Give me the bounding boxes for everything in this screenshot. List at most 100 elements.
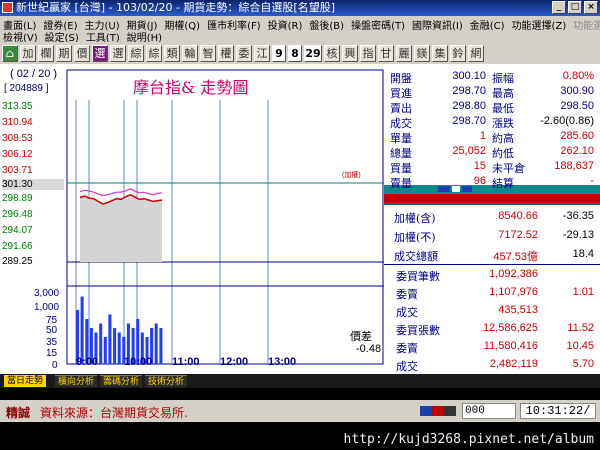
index-change: 18.4 xyxy=(572,248,594,260)
quote-label: 開盤 xyxy=(390,72,412,85)
quote-value: 298.70 xyxy=(452,115,486,127)
quote-value: 285.60 xyxy=(560,130,594,142)
tab-intraday[interactable]: 當日走勢 xyxy=(4,375,47,387)
quote-row: 買量 15 未平倉 188,637 xyxy=(384,160,600,175)
toolbar-button-column[interactable]: 欄 xyxy=(38,44,54,62)
volume-bar xyxy=(154,323,158,364)
quote-panel: 開盤 300.10 振幅 0.80% 買進 298.70 最高 300.90 賣出 298.80 最… xyxy=(384,64,600,374)
spread-label: 價差 xyxy=(350,330,372,343)
quote-label: 未平倉 xyxy=(492,162,525,175)
home-icon[interactable]: ⌂ xyxy=(2,44,18,62)
menu-forex-rates[interactable]: 匯市利率(F) xyxy=(207,17,261,32)
tab-technical-analysis[interactable]: 技術分析 xyxy=(145,375,188,387)
index-label: 加權(含) xyxy=(394,212,436,225)
quote-value: 15 xyxy=(473,160,486,172)
menu-bar: 畫面(L) 證券(E) 主力(U) 期貨(J) 期權(Q) 匯市利率(F) 投資… xyxy=(0,16,600,44)
toolbar-button-xing[interactable]: 興 xyxy=(342,44,358,62)
quote-label: 買量 xyxy=(390,162,412,175)
volume-tick: 3,000 xyxy=(34,288,60,299)
quote-label: 約低 xyxy=(492,147,514,160)
spread-value: -0.48 xyxy=(356,343,382,355)
watermark: http://kujd3268.pixnet.net/album xyxy=(0,422,600,450)
toolbar-button-futures[interactable]: 期 xyxy=(56,44,72,62)
order-value: 435,513 xyxy=(498,304,538,316)
toolbar-button-composite[interactable]: 綜 xyxy=(128,44,144,62)
order-row: 成交 435,513 xyxy=(384,304,600,320)
tab-chip-analysis[interactable]: 籌碼分析 xyxy=(100,375,143,387)
toolbar-button-9[interactable]: 9 xyxy=(272,44,286,62)
order-value: 2,482,119 xyxy=(489,358,538,370)
minimize-button[interactable]: _ xyxy=(552,1,566,14)
toolbar-button-net[interactable]: 網 xyxy=(468,44,484,62)
quote-label: 單量 xyxy=(390,132,412,145)
toolbar-button-composite-2[interactable]: 綜 xyxy=(146,44,162,62)
toolbar-button-29[interactable]: 29 xyxy=(304,44,322,62)
menu-finance[interactable]: 金融(C) xyxy=(470,17,505,32)
quote-value: -2.60(0.86) xyxy=(540,115,594,127)
y-tick: 303.71 xyxy=(2,165,33,176)
stock-code-field[interactable]: 000 xyxy=(462,403,516,419)
order-row: 委買筆數 1,092,386 xyxy=(384,268,600,284)
menu-international[interactable]: 國際資訊(I) xyxy=(412,17,463,32)
menu-options[interactable]: 期權(Q) xyxy=(164,17,200,32)
toolbar-button-select-2[interactable]: 選 xyxy=(110,44,126,62)
order-row: 委買張數 12,586,625 11.52 xyxy=(384,322,600,338)
order-change: 11.52 xyxy=(567,322,594,334)
clock: 10:31:22/ xyxy=(520,403,596,419)
y-tick: 298.89 xyxy=(2,193,33,204)
window-titlebar: 新世紀贏家 [台灣] - 103/02/20 - 期貨走勢：綜合自選股[名望股]… xyxy=(0,0,600,16)
menu-trading-code[interactable]: 操盤密碼(T) xyxy=(351,17,405,32)
quote-row: 開盤 300.10 振幅 0.80% xyxy=(384,70,600,85)
order-label: 委買張數 xyxy=(396,324,440,337)
toolbar-button-select[interactable]: 選 xyxy=(92,44,108,62)
x-tick: 13:00 xyxy=(268,356,297,368)
toolbar-button-core[interactable]: 核 xyxy=(324,44,340,62)
chart-volume-count: [ 204889 ] xyxy=(4,83,49,94)
close-button[interactable]: × xyxy=(584,1,598,14)
intraday-chart[interactable]: ( 02 / 20 ) [ 204889 ] 摩台指& 走勢圖 (加權) 313… xyxy=(0,64,384,374)
menu-investment[interactable]: 投資(R) xyxy=(268,17,303,32)
index-change: -36.35 xyxy=(562,210,594,222)
toolbar-button-category[interactable]: 類 xyxy=(164,44,180,62)
quote-label: 振幅 xyxy=(492,72,514,85)
quote-label: 最低 xyxy=(492,102,514,115)
x-tick: 9:00 xyxy=(76,356,99,368)
toolbar-button-rotate[interactable]: 輪 xyxy=(182,44,198,62)
broker-label: 精誠 xyxy=(6,406,31,420)
toolbar-button-8[interactable]: 8 xyxy=(288,44,302,62)
quote-row: 賣量 96 結算 - xyxy=(384,175,600,190)
tab-horizontal-analysis[interactable]: 橫向分析 xyxy=(55,375,98,387)
menu-after-hours[interactable]: 盤後(B) xyxy=(309,17,344,32)
toolbar-button-jiang[interactable]: 江 xyxy=(254,44,270,62)
toolbar-button-mei[interactable]: 鎂 xyxy=(414,44,430,62)
order-row: 委賣 1,107,976 1.01 xyxy=(384,286,600,302)
quote-value: 1 xyxy=(479,130,486,142)
toolbar-button-ling[interactable]: 鈴 xyxy=(450,44,466,62)
menu-function-z[interactable]: 功能選擇(Z) xyxy=(512,17,567,32)
index-label: 成交總額 xyxy=(394,250,438,263)
toolbar-button-warrant[interactable]: 權 xyxy=(218,44,234,62)
toolbar-button-add[interactable]: 加 xyxy=(20,44,36,62)
toolbar-button-gan[interactable]: 甘 xyxy=(378,44,394,62)
order-label: 委賣 xyxy=(396,342,418,355)
order-label: 委買筆數 xyxy=(396,270,440,283)
order-row: 委賣 11,580,416 10.45 xyxy=(384,340,600,356)
quote-label: 賣出 xyxy=(390,102,412,115)
toolbar-button-price[interactable]: 價 xyxy=(74,44,90,62)
index-value: 8540.66 xyxy=(498,210,538,222)
toolbar-button-ji[interactable]: 集 xyxy=(432,44,448,62)
quote-row: 成交 298.70 漲跌 -2.60(0.86) xyxy=(384,115,600,130)
quote-label: 漲跌 xyxy=(492,117,514,130)
toolbar-button-smart[interactable]: 智 xyxy=(200,44,216,62)
quote-label: 結算 xyxy=(492,177,514,190)
quote-row: 總量 25,052 約低 262.10 xyxy=(384,145,600,160)
order-value: 1,107,976 xyxy=(489,286,538,298)
index-row: 加權(含) 8540.66 -36.35 xyxy=(384,210,600,226)
toolbar-button-order[interactable]: 委 xyxy=(236,44,252,62)
quote-value: 188,637 xyxy=(554,160,594,172)
volume-tick: 35 xyxy=(46,337,58,348)
maximize-button[interactable]: □ xyxy=(568,1,582,14)
toolbar-button-index[interactable]: 指 xyxy=(360,44,376,62)
quote-value: - xyxy=(590,175,594,187)
toolbar-button-li[interactable]: 麗 xyxy=(396,44,412,62)
